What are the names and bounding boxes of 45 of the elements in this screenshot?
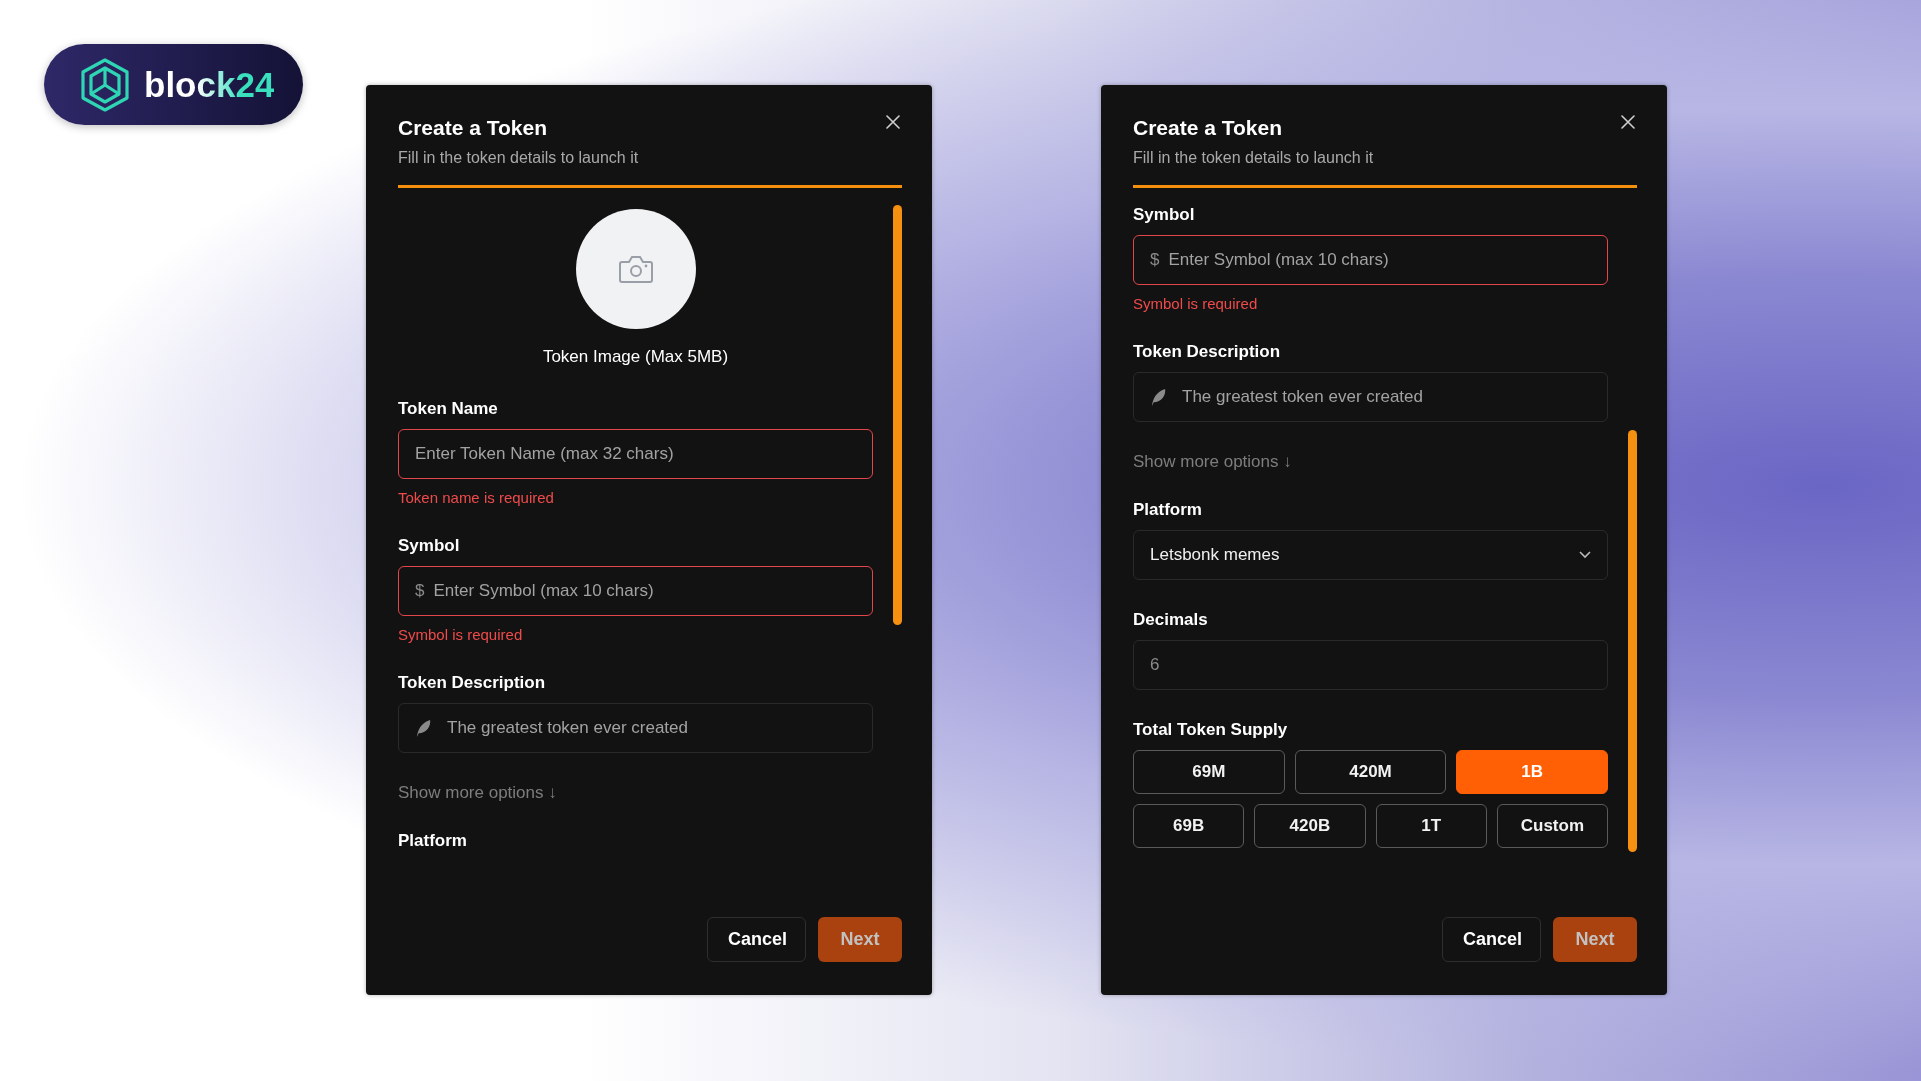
field-label: Decimals [1133,610,1209,630]
error-message: Symbol is required [398,626,524,643]
supply-option[interactable]: 420B [1254,804,1366,848]
camera-icon [617,254,654,284]
scrollbar-thumb[interactable] [1628,430,1637,852]
dollar-prefix: $ [1150,250,1160,270]
chevron-down-icon [1579,551,1591,559]
cube-logo-icon [80,57,130,112]
dialog-subtitle: Fill in the token details to launch it [398,149,639,167]
feather-icon [415,718,432,738]
field-label: Token Description [398,673,547,693]
dialog-subtitle: Fill in the token details to launch it [1133,149,1374,167]
input-field[interactable]: $ Enter Symbol (max 10 chars) [1133,235,1608,285]
platform-dropdown[interactable]: Letsbonk memes [1133,530,1608,580]
cancel-button[interactable]: Cancel [1442,917,1541,962]
supply-option[interactable]: 69M [1133,750,1285,794]
field-label: Symbol [398,536,461,556]
description-field[interactable]: The greatest token ever created [1133,372,1608,422]
field-label: Token Name [398,399,499,419]
input-field[interactable]: Enter Token Name (max 32 chars) [398,429,873,479]
cancel-button[interactable]: Cancel [707,917,806,962]
supply-option[interactable]: Custom [1496,804,1608,848]
supply-option[interactable]: 69B [1133,804,1245,848]
show-more-link[interactable]: Show more options ↓ [398,783,557,803]
field-label: Token Description [1133,342,1282,362]
close-icon[interactable] [1621,115,1635,129]
dollar-prefix: $ [415,581,425,601]
field-label: Total Token Supply [1133,720,1289,740]
input-field[interactable]: 6 [1133,640,1608,690]
feather-icon [1150,387,1167,407]
image-label: Token Image (Max 5MB) [542,347,729,367]
supply-option[interactable]: 1T [1375,804,1487,848]
dialog-title: Create a Token [1133,116,1283,140]
close-icon[interactable] [886,115,900,129]
show-more-link[interactable]: Show more options ↓ [1133,452,1292,472]
scrollbar-thumb[interactable] [893,205,902,625]
error-message: Symbol is required [1133,295,1259,312]
dialog-title: Create a Token [398,116,548,140]
field-label: Platform [1133,500,1203,520]
error-message: Token name is required [398,489,555,506]
supply-option[interactable]: 420M [1294,750,1447,794]
field-label: Platform [398,831,468,851]
input-field[interactable]: $ Enter Symbol (max 10 chars) [398,566,873,616]
field-label: Symbol [1133,205,1196,225]
description-field[interactable]: The greatest token ever created [398,703,873,753]
